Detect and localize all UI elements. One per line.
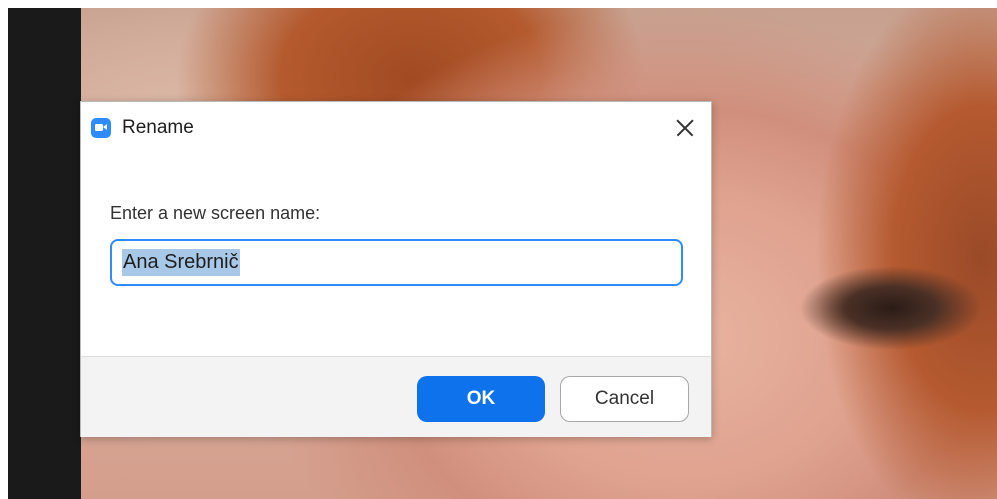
camera-body <box>95 124 103 131</box>
top-strip <box>0 0 997 8</box>
close-icon[interactable] <box>671 114 699 142</box>
dialog-title-bar: Rename <box>81 102 711 154</box>
screen: Rename Enter a new screen name: Ana Sreb… <box>0 0 997 499</box>
selected-input-text: Ana Srebrnič <box>122 249 240 276</box>
ok-button[interactable]: OK <box>417 376 545 422</box>
video-camera-icon <box>91 118 111 138</box>
dialog-title: Rename <box>122 117 194 138</box>
rename-dialog: Rename Enter a new screen name: Ana Sreb… <box>80 101 712 437</box>
dialog-footer: OK Cancel <box>81 356 711 437</box>
screen-name-label: Enter a new screen name: <box>110 203 321 223</box>
cancel-button[interactable]: Cancel <box>560 376 689 422</box>
left-panel <box>8 8 81 499</box>
screen-name-input[interactable]: Ana Srebrnič <box>110 239 683 286</box>
camera-lens <box>103 124 107 130</box>
